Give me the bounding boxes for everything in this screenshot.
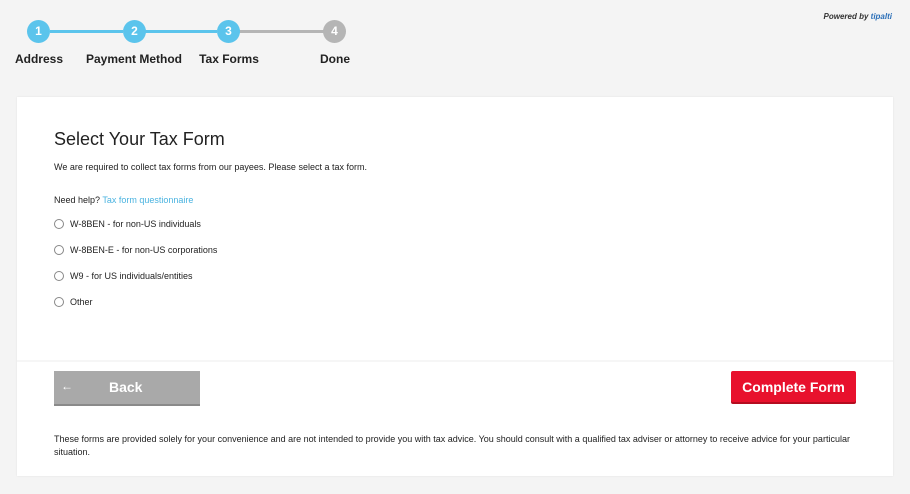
step-1-label: Address bbox=[14, 52, 64, 66]
step-4-label: Done bbox=[320, 52, 350, 66]
option-w8ben[interactable]: W-8BEN - for non-US individuals bbox=[54, 219, 201, 229]
option-w9[interactable]: W9 - for US individuals/entities bbox=[54, 271, 193, 281]
option-w9-label: W9 - for US individuals/entities bbox=[70, 271, 193, 281]
step-2-label: Payment Method bbox=[85, 52, 183, 66]
step-3-label: Tax Forms bbox=[199, 52, 259, 66]
disclaimer-text: These forms are provided solely for your… bbox=[54, 434, 850, 457]
help-prefix: Need help? bbox=[54, 195, 103, 205]
radio-other[interactable] bbox=[54, 297, 64, 307]
step-2-circle: 2 bbox=[123, 20, 146, 43]
option-other-label: Other bbox=[70, 297, 93, 307]
tax-form-card: Select Your Tax Form We are required to … bbox=[17, 97, 893, 476]
radio-w9[interactable] bbox=[54, 271, 64, 281]
step-connector-1-2 bbox=[50, 30, 123, 33]
powered-by-text: Powered by bbox=[823, 12, 871, 21]
step-1-circle: 1 bbox=[27, 20, 50, 43]
step-connector-3-4 bbox=[238, 30, 324, 33]
progress-stepper: 1 2 3 4 Address Payment Method Tax Forms… bbox=[0, 0, 380, 80]
step-3-circle: 3 bbox=[217, 20, 240, 43]
tax-form-questionnaire-link[interactable]: Tax form questionnaire bbox=[102, 195, 193, 205]
option-other[interactable]: Other bbox=[54, 297, 93, 307]
tipalti-brand: tipalti bbox=[870, 12, 892, 21]
powered-by-logo: Powered by tipalti bbox=[824, 12, 892, 21]
back-arrow-icon: ← bbox=[61, 379, 73, 393]
back-button[interactable]: ← Back bbox=[54, 371, 200, 404]
step-connector-2-3 bbox=[144, 30, 217, 33]
radio-w8ben[interactable] bbox=[54, 219, 64, 229]
intro-text: We are required to collect tax forms fro… bbox=[54, 162, 367, 172]
step-4-circle: 4 bbox=[323, 20, 346, 43]
page-title: Select Your Tax Form bbox=[54, 129, 225, 149]
option-w8bene[interactable]: W-8BEN-E - for non-US corporations bbox=[54, 245, 217, 255]
radio-w8bene[interactable] bbox=[54, 245, 64, 255]
help-line: Need help? Tax form questionnaire bbox=[54, 195, 193, 205]
back-button-label: Back bbox=[109, 379, 143, 395]
option-w8ben-label: W-8BEN - for non-US individuals bbox=[70, 219, 201, 229]
divider bbox=[17, 360, 893, 362]
complete-form-button[interactable]: Complete Form bbox=[731, 371, 856, 402]
option-w8bene-label: W-8BEN-E - for non-US corporations bbox=[70, 245, 218, 255]
